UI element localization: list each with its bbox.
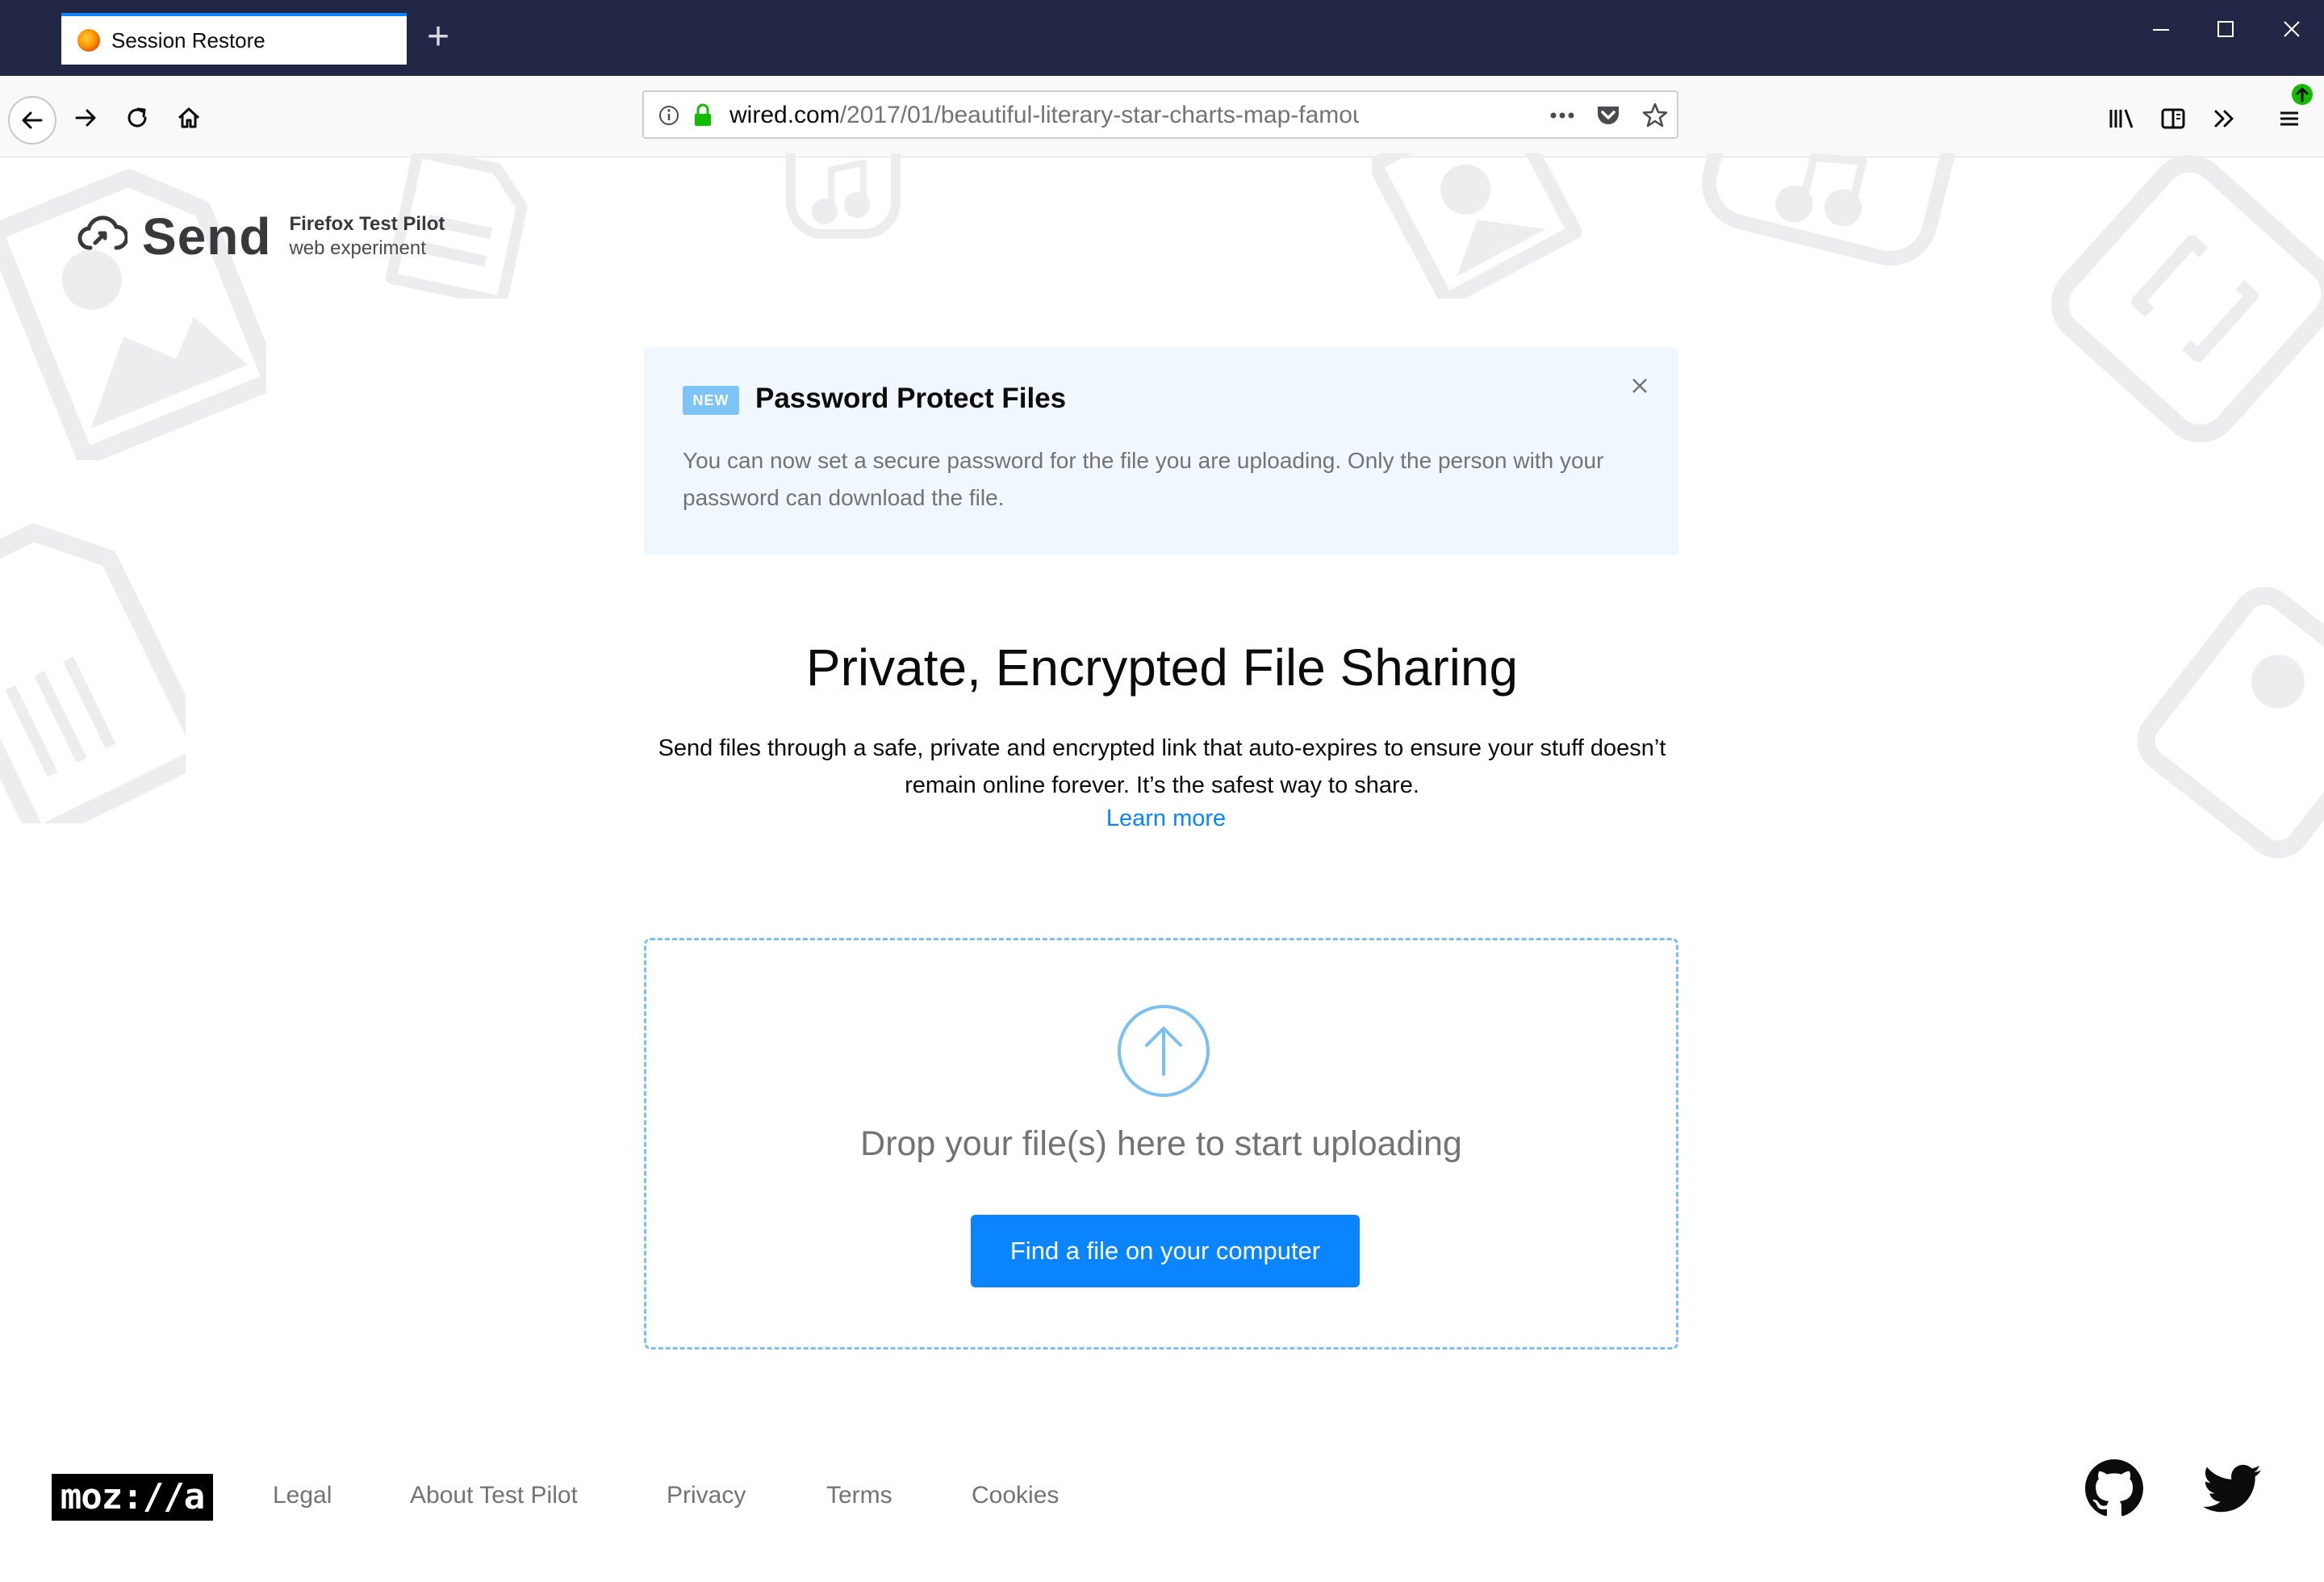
tab-title: Session Restore [111, 27, 265, 52]
page-title: Private, Encrypted File Sharing [805, 638, 1519, 697]
upload-arrow-icon [1116, 1003, 1211, 1099]
mozilla-logo[interactable]: moz://a [52, 1474, 213, 1521]
update-icon[interactable] [2290, 82, 2314, 107]
maximize-icon[interactable] [2201, 16, 2250, 52]
minimize-icon[interactable] [2137, 16, 2185, 52]
close-icon[interactable] [2268, 16, 2316, 52]
plus-icon[interactable]: + [418, 15, 458, 60]
send-logo[interactable]: Send Firefox Test Pilot web experiment [77, 207, 445, 266]
info-icon[interactable] [657, 103, 681, 132]
url-text[interactable]: wired.com/2017/01/beautiful-literary-sta… [729, 102, 1359, 129]
footer-link-privacy[interactable]: Privacy [667, 1482, 746, 1509]
home-icon[interactable] [166, 95, 211, 140]
new-badge: NEW [683, 386, 739, 415]
tab-session-restore[interactable]: Session Restore [61, 13, 407, 65]
photo-file-background-icon [1372, 153, 1582, 299]
close-icon[interactable] [1625, 371, 1654, 400]
image-file-background-icon [0, 169, 266, 460]
url-path: /2017/01/beautiful-literary-star-charts-… [839, 102, 1359, 128]
forward-icon[interactable] [63, 95, 108, 140]
github-icon[interactable] [2085, 1459, 2143, 1517]
url-domain: wired.com [729, 102, 840, 128]
footer-link-terms[interactable]: Terms [826, 1482, 892, 1509]
back-icon[interactable] [8, 96, 56, 144]
password-notice: NEW Password Protect Files You can now s… [644, 347, 1678, 555]
send-logo-icon [77, 212, 129, 262]
drop-instructions: Drop your file(s) here to start uploadin… [860, 1124, 1462, 1163]
upload-dropzone[interactable]: Drop your file(s) here to start uploadin… [644, 938, 1678, 1350]
logo-subtitle-line2: web experiment [289, 237, 426, 259]
star-icon[interactable] [1641, 102, 1669, 133]
notice-title: Password Protect Files [755, 383, 1067, 414]
music-file-background-icon [786, 153, 901, 239]
library-icon[interactable] [2101, 98, 2142, 139]
pocket-icon[interactable] [1595, 102, 1622, 133]
music-background-icon [1701, 153, 1957, 266]
footer-link-legal[interactable]: Legal [273, 1482, 332, 1509]
code-file-background-icon [2050, 154, 2324, 443]
logo-text: Send [142, 207, 272, 266]
twitter-icon[interactable] [2203, 1459, 2261, 1517]
find-file-button[interactable]: Find a file on your computer [971, 1215, 1360, 1287]
firefox-icon [77, 29, 100, 52]
footer-link-cookies[interactable]: Cookies [972, 1482, 1059, 1509]
page-description: Send files through a safe, private and e… [658, 735, 1666, 798]
notice-body: You can now set a secure password for th… [683, 448, 1604, 510]
footer-link-about-test-pilot[interactable]: About Test Pilot [410, 1482, 578, 1509]
reload-icon[interactable] [115, 95, 160, 140]
lock-icon[interactable] [691, 102, 715, 133]
logo-subtitle: Firefox Test Pilot web experiment [289, 212, 445, 261]
url-bar[interactable]: wired.com/2017/01/beautiful-literary-sta… [642, 90, 1678, 139]
learn-more-link[interactable]: Learn more [0, 806, 2324, 832]
more-icon[interactable] [1548, 103, 1577, 132]
sidebar-icon[interactable] [2153, 98, 2193, 139]
overflow-icon[interactable] [2205, 98, 2245, 139]
logo-subtitle-line1: Firefox Test Pilot [289, 213, 445, 235]
